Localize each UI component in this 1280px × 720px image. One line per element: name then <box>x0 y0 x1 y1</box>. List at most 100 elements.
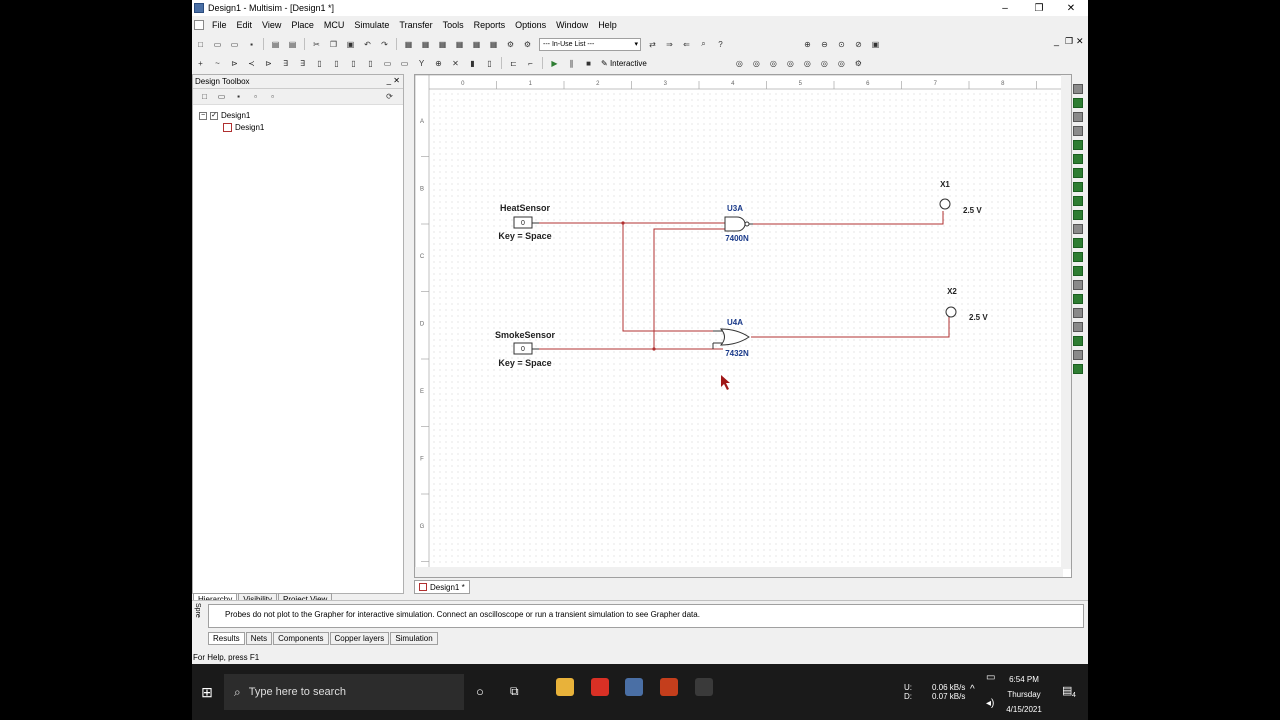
current-clamp-icon[interactable] <box>1073 364 1083 374</box>
zoom-in-icon[interactable]: ⊕ <box>801 38 815 50</box>
copy-icon[interactable]: ❐ <box>327 38 341 50</box>
distortion-analyzer-icon[interactable] <box>1073 238 1083 248</box>
transfer-to-ultiboard-icon[interactable]: ⇄ <box>646 38 660 50</box>
x2-probe[interactable] <box>945 306 957 318</box>
misc-icon[interactable]: ▭ <box>381 57 395 69</box>
clock[interactable]: 6:54 PM Thursday 4/15/2021 <box>992 672 1056 717</box>
cortana-icon[interactable]: ○ <box>476 684 484 699</box>
close-icon[interactable]: _ ✕ <box>387 76 400 85</box>
cmos-icon[interactable]: ∃ <box>296 57 310 69</box>
tab-simulation[interactable]: Simulation <box>390 632 438 645</box>
indicator-icon[interactable]: ▯ <box>347 57 361 69</box>
probe-ref-icon[interactable]: ◎ <box>800 57 814 69</box>
file-explorer-icon[interactable] <box>556 678 574 696</box>
frequency-counter-icon[interactable] <box>1073 168 1083 178</box>
grapher-icon[interactable]: ▦ <box>419 38 433 50</box>
menu-reports[interactable]: Reports <box>469 20 511 30</box>
labview-icon[interactable] <box>1073 336 1083 346</box>
chrome-icon[interactable] <box>591 678 609 696</box>
restore-button[interactable]: ❐ <box>1022 0 1056 16</box>
tab-copper-layers[interactable]: Copper layers <box>329 632 390 645</box>
new-design-icon[interactable]: □ <box>198 91 212 103</box>
ttl-icon[interactable]: ∃ <box>279 57 293 69</box>
probe-settings-icon[interactable]: ◎ <box>834 57 848 69</box>
help-icon[interactable]: ? <box>714 38 728 50</box>
component-wizard-icon[interactable]: ▦ <box>470 38 484 50</box>
cut-icon[interactable]: ✂ <box>310 38 324 50</box>
agilent-generator-icon[interactable] <box>1073 280 1083 290</box>
ni-elvismx-icon[interactable] <box>1073 350 1083 360</box>
tree-item-child[interactable]: Design1 <box>223 123 264 132</box>
basic-icon[interactable]: ~ <box>211 57 225 69</box>
database-icon[interactable]: ▦ <box>453 38 467 50</box>
iv-analyzer-icon[interactable] <box>1073 224 1083 234</box>
redo-icon[interactable]: ↷ <box>378 38 392 50</box>
connectors-icon[interactable]: ▮ <box>466 57 480 69</box>
probe-diff-icon[interactable]: ◎ <box>783 57 797 69</box>
oscilloscope-icon[interactable] <box>1073 126 1083 136</box>
undo-icon[interactable]: ↶ <box>361 38 375 50</box>
power-icon[interactable]: ▯ <box>364 57 378 69</box>
electrical-rules-icon[interactable]: ⚙ <box>504 38 518 50</box>
menu-view[interactable]: View <box>257 20 286 30</box>
menu-transfer[interactable]: Transfer <box>394 20 437 30</box>
print-preview-icon[interactable]: ▤ <box>286 38 300 50</box>
forward-annotate-icon[interactable]: ⇒ <box>663 38 677 50</box>
close-button[interactable]: ✕ <box>1054 0 1088 16</box>
agilent-multimeter-icon[interactable] <box>1073 294 1083 304</box>
electromechanical-icon[interactable]: ⊕ <box>432 57 446 69</box>
logic-converter-icon[interactable] <box>1073 196 1083 206</box>
menu-tools[interactable]: Tools <box>438 20 469 30</box>
analog-icon[interactable]: ⊳ <box>262 57 276 69</box>
agilent-oscilloscope-icon[interactable] <box>1073 308 1083 318</box>
menu-mcu[interactable]: MCU <box>319 20 350 30</box>
probe-current-icon[interactable]: ◎ <box>749 57 763 69</box>
zoom-area-icon[interactable]: ⊙ <box>835 38 849 50</box>
run-icon[interactable]: ▶ <box>548 57 562 69</box>
menu-place[interactable]: Place <box>286 20 319 30</box>
spreadsheet-icon[interactable]: ▦ <box>436 38 450 50</box>
mcu-icon[interactable]: ▯ <box>483 57 497 69</box>
taskbar-search[interactable]: ⌕ Type here to search <box>224 674 464 710</box>
rf-icon[interactable]: Y <box>415 57 429 69</box>
tektronix-oscilloscope-icon[interactable] <box>1073 322 1083 332</box>
open-design-icon[interactable]: ▭ <box>215 91 229 103</box>
advanced-peripherals-icon[interactable]: ▭ <box>398 57 412 69</box>
tab-results[interactable]: Results <box>208 632 245 645</box>
collapse-icon[interactable]: − <box>199 111 207 120</box>
toggle-fullscreen-icon[interactable]: ▦ <box>402 38 416 50</box>
obs-icon[interactable] <box>695 678 713 696</box>
probe-digital-icon[interactable]: ◎ <box>817 57 831 69</box>
probe-gear-icon[interactable]: ⚙ <box>851 57 865 69</box>
logic-analyzer-icon[interactable] <box>1073 210 1083 220</box>
menu-file[interactable]: File <box>207 20 232 30</box>
wattmeter-icon[interactable] <box>1073 112 1083 122</box>
four-channel-oscilloscope-icon[interactable] <box>1073 140 1083 150</box>
in-use-list-dropdown[interactable]: --- In-Use List --- ▾ <box>539 37 641 51</box>
menu-help[interactable]: Help <box>593 20 622 30</box>
checkbox-icon[interactable]: ✓ <box>210 111 218 120</box>
transistor-icon[interactable]: ≺ <box>245 57 259 69</box>
stop-icon[interactable]: ■ <box>582 57 596 69</box>
zoom-full-icon[interactable]: ▣ <box>869 38 883 50</box>
save-icon[interactable]: ▪ <box>245 38 259 50</box>
schematic-workspace[interactable]: 012345678ABCDEFG HeatSensor 0 Key = Spac… <box>414 74 1072 578</box>
save-design-icon[interactable]: ▪ <box>232 91 246 103</box>
powerpoint-icon[interactable] <box>660 678 678 696</box>
zoom-out-icon[interactable]: ⊖ <box>818 38 832 50</box>
vertical-scrollbar[interactable] <box>1061 75 1071 569</box>
hierarchical-block-icon[interactable]: ⊏ <box>507 57 521 69</box>
tab-components[interactable]: Components <box>273 632 329 645</box>
misc-digital-icon[interactable]: ▯ <box>313 57 327 69</box>
start-button[interactable]: ⊞ <box>192 664 222 720</box>
find-examples-icon[interactable]: ⌕ <box>697 38 711 50</box>
zoom-sheet-icon[interactable]: ⊘ <box>852 38 866 50</box>
breadboard-icon[interactable]: ⚙ <box>521 38 535 50</box>
mixed-icon[interactable]: ▯ <box>330 57 344 69</box>
x1-probe[interactable] <box>939 198 951 210</box>
spectrum-analyzer-icon[interactable] <box>1073 252 1083 262</box>
probe-voltage-icon[interactable]: ◎ <box>732 57 746 69</box>
probe-power-icon[interactable]: ◎ <box>766 57 780 69</box>
open-icon[interactable]: ▭ <box>211 38 225 50</box>
bus-icon[interactable]: ⌐ <box>524 57 538 69</box>
